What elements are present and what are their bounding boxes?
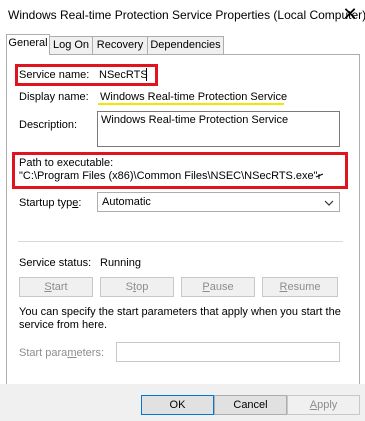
tab-recovery[interactable]: Recovery [92, 36, 148, 54]
stop-button-text: S [125, 281, 134, 293]
start-params-input[interactable] [116, 342, 340, 362]
display-name-value: Windows Real-time Protection Service [100, 91, 288, 103]
separator [18, 241, 343, 242]
start-params-label-part: Start para [19, 347, 68, 359]
service-status-value: Running [100, 257, 141, 269]
tab-log-on[interactable]: Log On [49, 36, 93, 54]
title-bar: Windows Real-time Protection Service Pro… [0, 0, 365, 30]
mouse-cursor-icon [315, 173, 324, 179]
pause-button[interactable]: Pause [181, 277, 255, 297]
description-value: Windows Real-time Protection Service [101, 114, 289, 126]
startup-type-select[interactable]: Automatic [97, 192, 340, 212]
path-label: Path to executable: [19, 157, 114, 169]
resume-button[interactable]: Resume [262, 277, 338, 297]
text-caret [146, 68, 147, 81]
start-params-label-part: eters: [76, 347, 104, 359]
startup-type-label: Startup type: [19, 197, 81, 209]
start-button[interactable]: Start [19, 277, 93, 297]
apply-button-accel: A [309, 399, 318, 411]
tab-general[interactable]: General [6, 34, 50, 55]
start-params-hint: You can specify the start parameters tha… [19, 306, 341, 331]
path-value: "C:\Program Files (x86)\Common Files\NSE… [19, 170, 318, 182]
display-name-underline [98, 103, 284, 105]
stop-button-text: op [136, 281, 149, 293]
description-label: Description: [19, 119, 78, 131]
pause-button-text: ause [209, 281, 234, 293]
apply-button[interactable]: Apply [287, 395, 360, 415]
ok-button[interactable]: OK [141, 395, 214, 415]
start-button-accel: S [44, 281, 52, 293]
resume-button-text: esume [287, 281, 321, 293]
startup-type-label-part: : [78, 197, 82, 209]
tab-dependencies[interactable]: Dependencies [147, 36, 224, 54]
close-icon[interactable]: ✕ [339, 3, 361, 25]
service-name-label: Service name: [19, 69, 90, 81]
display-name-label: Display name: [19, 91, 89, 103]
chevron-down-icon [324, 200, 334, 206]
startup-type-value: Automatic [102, 196, 151, 208]
service-status-label: Service status: [19, 257, 92, 269]
pause-button-accel: P [202, 281, 210, 293]
service-name-value: NSecRTS [99, 69, 148, 81]
apply-button-text: pply [317, 399, 338, 411]
description-field[interactable]: Windows Real-time Protection Service [97, 111, 340, 147]
start-button-text: tart [51, 281, 68, 293]
start-params-label: Start parameters: [19, 347, 104, 359]
window-title: Windows Real-time Protection Service Pro… [8, 8, 365, 22]
stop-button[interactable]: Stop [100, 277, 174, 297]
startup-type-label-part: Startup typ [19, 197, 73, 209]
cancel-button[interactable]: Cancel [214, 395, 287, 415]
